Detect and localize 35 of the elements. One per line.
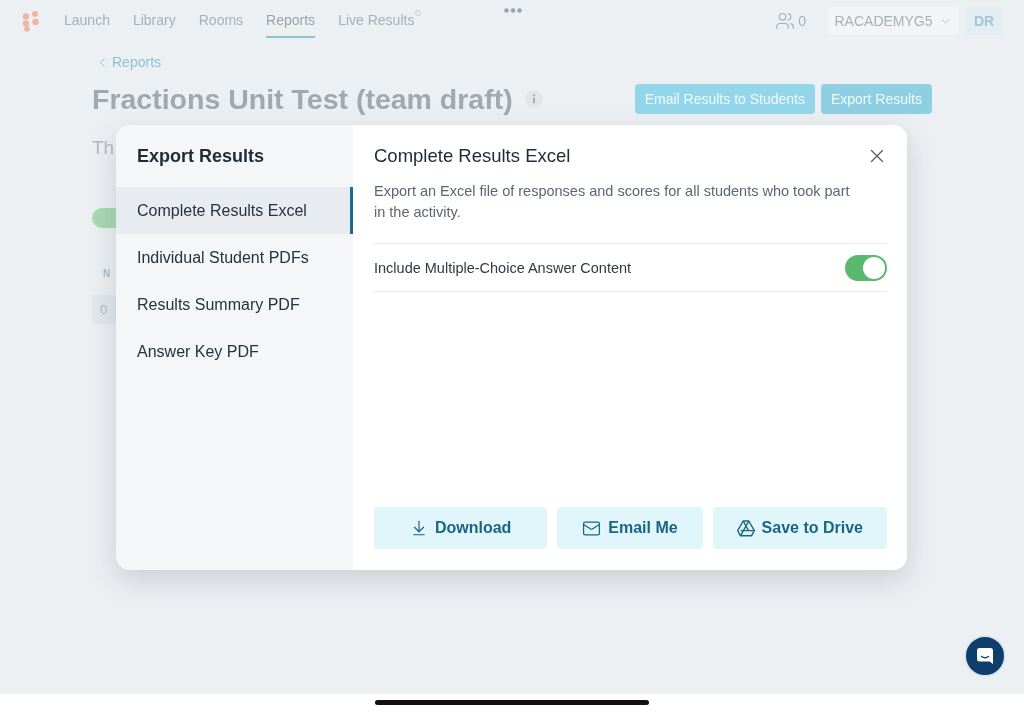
export-option[interactable]: Results Summary PDF bbox=[116, 281, 353, 328]
dialog-title: Export Results bbox=[137, 145, 266, 167]
column-header: N bbox=[103, 268, 111, 280]
nav-tab[interactable]: Launch bbox=[64, 4, 110, 38]
nav-tab[interactable]: Reports bbox=[266, 4, 316, 38]
option-heading: Complete Results Excel bbox=[374, 145, 571, 167]
back-link[interactable]: Reports bbox=[92, 53, 162, 71]
export-button[interactable]: Download bbox=[374, 507, 548, 549]
report-subtitle: Th bbox=[92, 136, 115, 160]
report-title: Fractions Unit Test (team draft) bbox=[92, 82, 513, 116]
student-count: 0 bbox=[798, 13, 806, 29]
export-button[interactable]: Email Me bbox=[557, 507, 703, 549]
user-avatar[interactable]: DR bbox=[965, 7, 1003, 35]
toggle-switch[interactable] bbox=[92, 208, 116, 228]
more-icon[interactable] bbox=[503, 8, 522, 13]
export-option[interactable]: Complete Results Excel bbox=[116, 187, 353, 234]
action-button[interactable]: Email Results to Students bbox=[634, 84, 815, 114]
info-icon[interactable] bbox=[524, 90, 543, 108]
room-selector[interactable]: RACADEMYG5 bbox=[828, 7, 958, 35]
option-description: Export an Excel file of responses and scores for all students who took part in the activity. bbox=[374, 182, 851, 222]
nav-tab[interactable]: Library bbox=[132, 4, 176, 38]
export-option[interactable]: Answer Key PDF bbox=[116, 328, 353, 375]
toggle-switch[interactable] bbox=[845, 254, 887, 281]
export-button[interactable]: Save to Drive bbox=[712, 507, 887, 549]
chat-button[interactable] bbox=[964, 635, 1006, 677]
triangle-logo-icon bbox=[736, 519, 755, 537]
people-icon bbox=[775, 11, 796, 31]
status-ring-icon bbox=[415, 10, 422, 16]
export-option[interactable]: Individual Student PDFs bbox=[116, 234, 353, 281]
action-button[interactable]: Export Results bbox=[820, 84, 932, 114]
nav-tab[interactable]: Live Results bbox=[338, 4, 422, 38]
nav-tab[interactable]: Rooms bbox=[198, 4, 244, 38]
setting-label: Include Multiple-Choice Answer Content bbox=[374, 259, 632, 276]
chat-icon bbox=[976, 647, 994, 665]
dots-logo-icon[interactable] bbox=[22, 10, 40, 32]
